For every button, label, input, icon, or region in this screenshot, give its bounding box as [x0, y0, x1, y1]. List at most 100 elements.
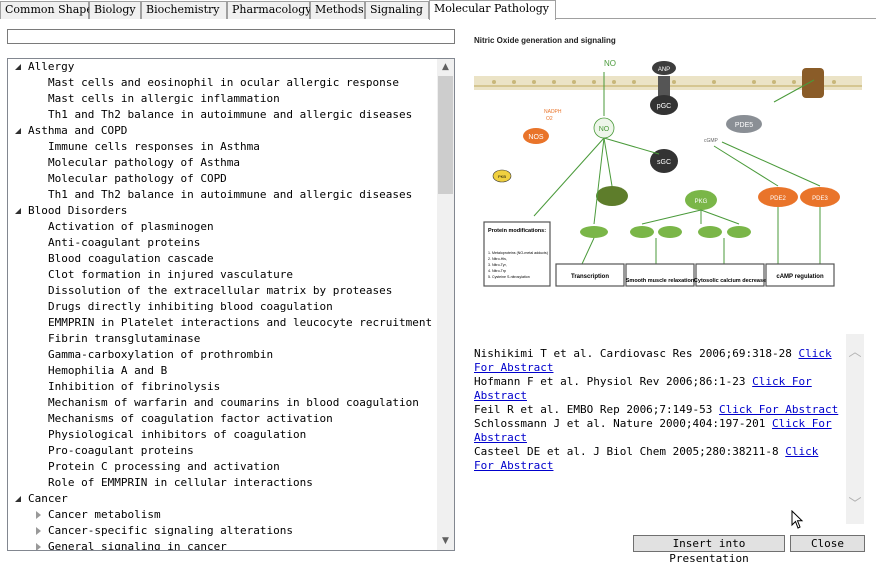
tree-item[interactable]: Blood coagulation cascade: [8, 251, 436, 267]
reference-citation: Schlossmann J et al. Nature 2000;404:197…: [474, 417, 773, 430]
protein-mod-item: 2. Nitro-His,: [488, 257, 507, 261]
nos-label: NOS: [528, 134, 544, 141]
tree-item[interactable]: Drugs directly inhibiting blood coagulat…: [8, 299, 436, 315]
collapsed-arrow-icon[interactable]: [36, 527, 41, 535]
scroll-thumb[interactable]: [438, 76, 453, 194]
sgc-label: sGC: [657, 159, 671, 166]
tree-category-label: Allergy: [28, 60, 75, 73]
scroll-down-arrow-icon[interactable]: ▼: [437, 533, 454, 550]
reference-entry: Hofmann F et al. Physiol Rev 2006;86:1-2…: [474, 375, 842, 403]
reference-entry: Nishikimi T et al. Cardiovasc Res 2006;6…: [474, 347, 842, 375]
target-oval: [727, 226, 751, 238]
expanded-arrow-icon[interactable]: [15, 64, 21, 70]
reference-entry: Casteel DE et al. J Biol Chem 2005;280:3…: [474, 445, 842, 473]
tree-content: Allergy Mast cells and eosinophil in ocu…: [8, 59, 436, 550]
cgmp-label: cGMP: [704, 138, 719, 144]
tree-item[interactable]: Th1 and Th2 balance in autoimmune and al…: [8, 107, 436, 123]
references-scrollbar[interactable]: ︿ ﹀: [846, 334, 864, 524]
tree-item[interactable]: Th1 and Th2 balance in autoimmune and al…: [8, 187, 436, 203]
tree-item[interactable]: Gamma-carboxylation of prothrombin: [8, 347, 436, 363]
tab-common-shapes[interactable]: Common Shapes: [0, 1, 98, 19]
tree-item[interactable]: Mast cells and eosinophil in ocular alle…: [8, 75, 436, 91]
no-top-label: NO: [604, 59, 616, 68]
tree-category-cancer[interactable]: Cancer: [8, 491, 436, 507]
tree-item[interactable]: Mechanism of warfarin and coumarins in b…: [8, 395, 436, 411]
pkb-label: PKB: [498, 174, 506, 179]
expanded-arrow-icon[interactable]: [15, 208, 21, 214]
tree-category-label: Blood Disorders: [28, 204, 128, 217]
tab-methods[interactable]: Methods: [310, 1, 365, 19]
tree-category-blood[interactable]: Blood Disorders: [8, 203, 436, 219]
references-list: Nishikimi T et al. Cardiovasc Res 2006;6…: [474, 347, 842, 473]
protein-mod-item: 1. Metaloproteins (NO-metal adducts): [488, 251, 548, 255]
outcome-camp: cAMP regulation: [776, 274, 824, 280]
abstract-link[interactable]: Click For Abstract: [719, 403, 838, 416]
protein-mod-item: 4. Nitro-Trp: [488, 269, 506, 273]
tree-item[interactable]: Mast cells in allergic inflammation: [8, 91, 436, 107]
tree-subcategory[interactable]: Cancer metabolism: [8, 507, 436, 523]
tree-item[interactable]: Pro-coagulant proteins: [8, 443, 436, 459]
tree-category-label: Asthma and COPD: [28, 124, 128, 137]
outcome-transcription: Transcription: [571, 274, 609, 280]
tree-category-asthma[interactable]: Asthma and COPD: [8, 123, 436, 139]
close-button[interactable]: Close: [790, 535, 865, 552]
tree-item[interactable]: Mechanisms of coagulation factor activat…: [8, 411, 436, 427]
scroll-up-arrow-icon[interactable]: ▲: [437, 59, 454, 76]
pde2-label: PDE2: [770, 196, 786, 202]
tab-signaling[interactable]: Signaling: [365, 1, 429, 19]
category-tree: Allergy Mast cells and eosinophil in ocu…: [7, 58, 455, 551]
protein-mod-item: 5. Cysteine S-nitrosylation: [488, 275, 530, 279]
anp-label: ANP: [658, 67, 670, 73]
tree-item[interactable]: Activation of plasminogen: [8, 219, 436, 235]
tree-item[interactable]: Protein C processing and activation: [8, 459, 436, 475]
tree-item[interactable]: Fibrin transglutaminase: [8, 331, 436, 347]
nadph-label: NADPH: [544, 109, 562, 115]
tree-item[interactable]: Physiological inhibitors of coagulation: [8, 427, 436, 443]
tree-subcategory[interactable]: General signaling in cancer: [8, 539, 436, 550]
pkg-label: PKG: [695, 199, 708, 205]
tree-item[interactable]: Clot formation in injured vasculature: [8, 267, 436, 283]
tree-category-allergy[interactable]: Allergy: [8, 59, 436, 75]
tree-scrollbar[interactable]: ▲ ▼: [437, 59, 454, 550]
scroll-down-chevron-icon[interactable]: ﹀: [846, 496, 864, 514]
pathway-diagram: Nitric Oxide generation and signaling AN…: [474, 36, 862, 290]
reference-citation: Nishikimi T et al. Cardiovasc Res 2006;6…: [474, 347, 799, 360]
tree-subcategory-label: Cancer metabolism: [48, 508, 161, 521]
anp-receptor: [658, 76, 670, 98]
target-oval: [658, 226, 682, 238]
tree-item[interactable]: Hemophilia A and B: [8, 363, 436, 379]
pde3-label: PDE3: [812, 196, 828, 202]
mouse-cursor-icon: [791, 510, 804, 529]
tree-item[interactable]: Molecular pathology of Asthma: [8, 155, 436, 171]
tab-molecular-pathology[interactable]: Molecular Pathology: [429, 0, 556, 20]
reference-citation: Casteel DE et al. J Biol Chem 2005;280:3…: [474, 445, 786, 458]
pde5-label: PDE5: [735, 122, 753, 129]
collapsed-arrow-icon[interactable]: [36, 511, 41, 519]
tab-biochemistry[interactable]: Biochemistry: [141, 1, 227, 19]
tree-subcategory-label: Cancer-specific signaling alterations: [48, 524, 294, 537]
search-input[interactable]: [7, 29, 455, 44]
outcome-calcium: Cytosolic calcium decrease: [694, 278, 766, 284]
tree-item[interactable]: Inhibition of fibrinolysis: [8, 379, 436, 395]
tree-item[interactable]: Dissolution of the extracellular matrix …: [8, 283, 436, 299]
reference-entry: Feil R et al. EMBO Rep 2006;7:149-53 Cli…: [474, 403, 842, 417]
tree-item[interactable]: Role of EMMPRIN in cellular interactions: [8, 475, 436, 491]
nucleus-shape: [596, 186, 628, 206]
protein-mod-item: 3. Nitro-Tyr,: [488, 263, 507, 267]
protein-mod-title: Protein modifications:: [488, 228, 546, 234]
tree-item[interactable]: Immune cells responses in Asthma: [8, 139, 436, 155]
tree-item[interactable]: EMMPRIN in Platelet interactions and leu…: [8, 315, 436, 331]
scroll-up-chevron-icon[interactable]: ︿: [846, 344, 864, 362]
tree-item[interactable]: Molecular pathology of COPD: [8, 171, 436, 187]
insert-into-presentation-button[interactable]: Insert into Presentation: [633, 535, 785, 565]
no-mid-label: NO: [599, 126, 610, 133]
expanded-arrow-icon[interactable]: [15, 496, 21, 502]
expanded-arrow-icon[interactable]: [15, 128, 21, 134]
collapsed-arrow-icon[interactable]: [36, 543, 41, 550]
tab-pharmacology[interactable]: Pharmacology: [227, 1, 311, 19]
outcome-smooth: Smooth muscle relaxation: [626, 278, 695, 284]
tree-subcategory[interactable]: Cancer-specific signaling alterations: [8, 523, 436, 539]
reference-citation: Feil R et al. EMBO Rep 2006;7:149-53: [474, 403, 720, 416]
tree-item[interactable]: Anti-coagulant proteins: [8, 235, 436, 251]
tab-biology[interactable]: Biology: [89, 1, 141, 19]
